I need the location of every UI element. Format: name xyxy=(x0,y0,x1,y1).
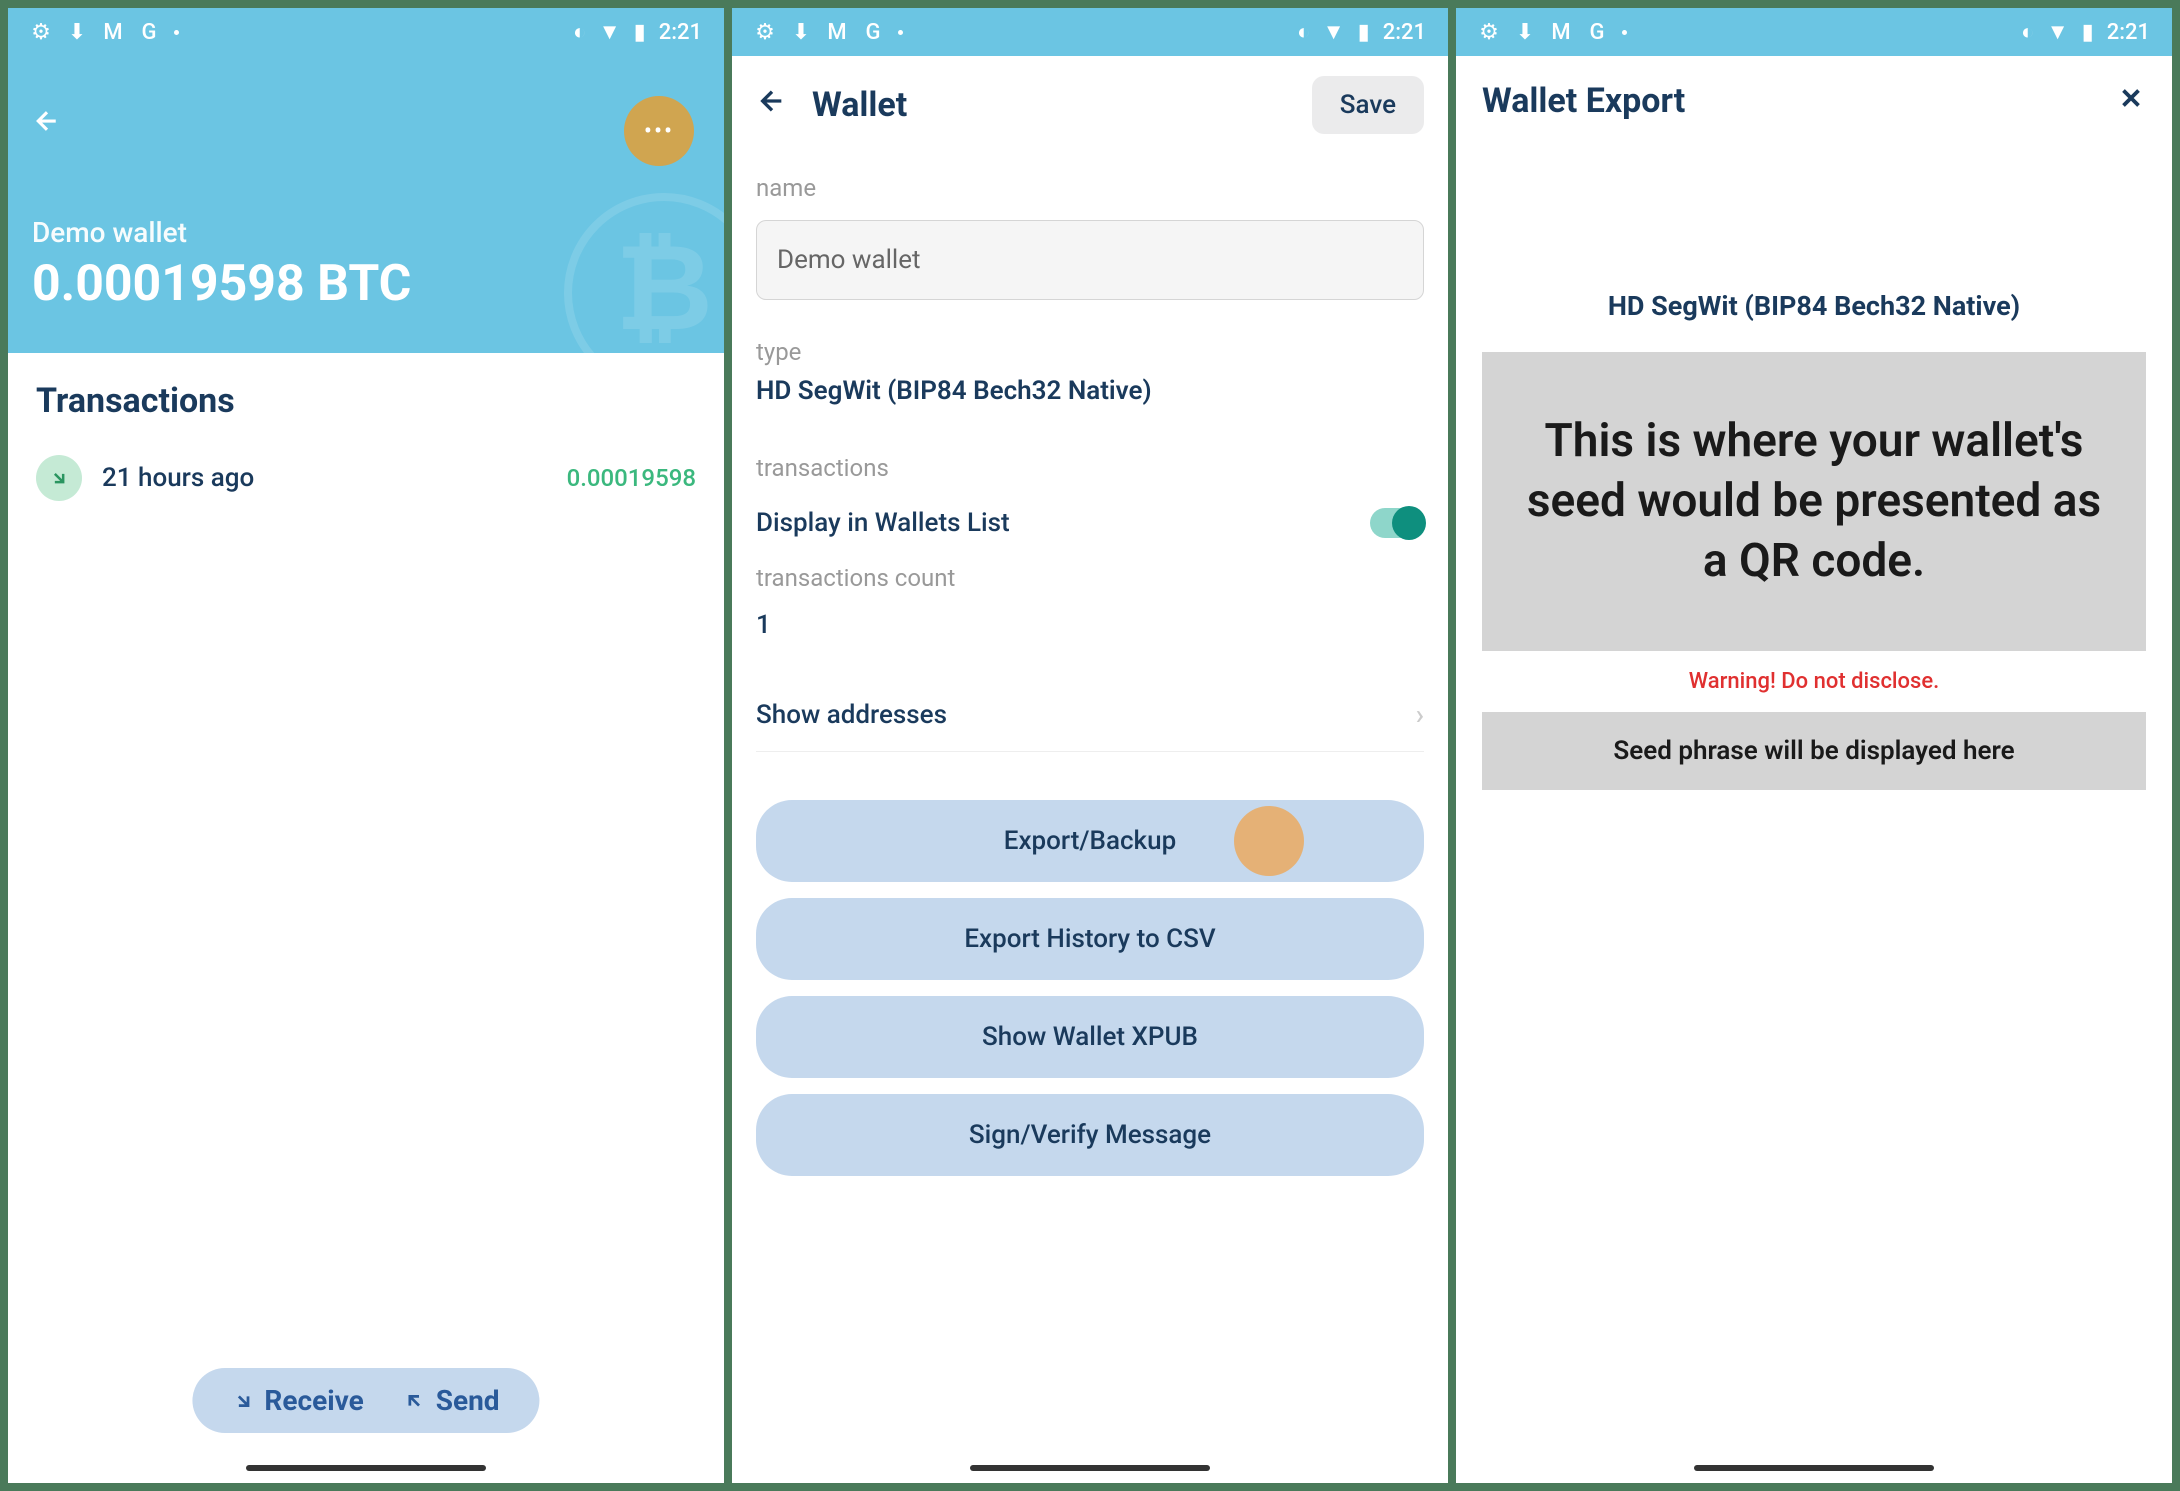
vibrate-icon: ◐ xyxy=(1293,21,1315,43)
battery-icon: ▮ xyxy=(1353,21,1375,43)
qr-placeholder: This is where your wallet's seed would b… xyxy=(1482,352,2146,651)
settings-content: name Demo wallet type HD SegWit (BIP84 B… xyxy=(732,154,1448,1483)
display-label: Display in Wallets List xyxy=(756,508,1010,538)
wallet-type-value: HD SegWit (BIP84 Bech32 Native) xyxy=(756,376,1424,406)
page-title: Wallet Export xyxy=(1482,81,1685,121)
export-backup-button[interactable]: Export/Backup xyxy=(756,800,1424,882)
wifi-icon: ▼ xyxy=(2047,21,2069,43)
warning-text: Warning! Do not disclose. xyxy=(1482,669,2146,694)
display-toggle[interactable] xyxy=(1370,508,1424,538)
show-xpub-button[interactable]: Show Wallet XPUB xyxy=(756,996,1424,1078)
screen-wallet-main: ⚙ ⬇ M G ◐ ▼ ▮ 2:21 ••• ₿ Demo wallet 0.0… xyxy=(8,8,724,1483)
receive-button[interactable]: Receive xyxy=(232,1384,363,1417)
status-right: ◐ ▼ ▮ 2:21 xyxy=(2017,20,2150,45)
vibrate-icon: ◐ xyxy=(569,21,591,43)
type-label: type xyxy=(756,338,1424,366)
download-icon: ⬇ xyxy=(66,21,88,43)
screen-wallet-export: ⚙ ⬇ M G ◐ ▼ ▮ 2:21 Wallet Export HD SegW… xyxy=(1456,8,2172,1483)
seed-placeholder: Seed phrase will be displayed here xyxy=(1482,712,2146,790)
status-time: 2:21 xyxy=(2107,20,2150,45)
battery-icon: ▮ xyxy=(2077,21,2099,43)
download-icon: ⬇ xyxy=(790,21,812,43)
transaction-row[interactable]: 21 hours ago 0.00019598 xyxy=(36,455,696,501)
gear-icon: ⚙ xyxy=(754,21,776,43)
status-right: ◐ ▼ ▮ 2:21 xyxy=(569,20,702,45)
google-icon: G xyxy=(862,21,884,43)
tx-time: 21 hours ago xyxy=(102,463,547,493)
dot-icon xyxy=(174,30,179,35)
status-bar: ⚙ ⬇ M G ◐ ▼ ▮ 2:21 xyxy=(732,8,1448,56)
export-csv-button[interactable]: Export History to CSV xyxy=(756,898,1424,980)
wallet-name-input[interactable]: Demo wallet xyxy=(756,220,1424,300)
wallet-name: Demo wallet xyxy=(32,216,700,249)
vibrate-icon: ◐ xyxy=(2017,21,2039,43)
export-header: Wallet Export xyxy=(1456,56,2172,146)
mail-icon: M xyxy=(102,21,124,43)
screen-wallet-settings: ⚙ ⬇ M G ◐ ▼ ▮ 2:21 Wallet Save name Demo… xyxy=(732,8,1448,1483)
status-bar: ⚙ ⬇ M G ◐ ▼ ▮ 2:21 xyxy=(8,8,724,56)
dot-icon xyxy=(898,30,903,35)
receive-label: Receive xyxy=(264,1384,363,1417)
status-right: ◐ ▼ ▮ 2:21 xyxy=(1293,20,1426,45)
google-icon: G xyxy=(138,21,160,43)
status-time: 2:21 xyxy=(659,20,702,45)
display-toggle-row: Display in Wallets List xyxy=(756,500,1424,546)
save-button[interactable]: Save xyxy=(1312,76,1424,134)
nav-handle[interactable] xyxy=(1694,1465,1934,1471)
status-left: ⚙ ⬇ M G xyxy=(1478,21,1627,43)
tx-received-icon xyxy=(36,455,82,501)
nav-handle[interactable] xyxy=(246,1465,486,1471)
mail-icon: M xyxy=(826,21,848,43)
wifi-icon: ▼ xyxy=(599,21,621,43)
wallet-header: ••• ₿ Demo wallet 0.00019598 BTC xyxy=(8,56,724,353)
dot-icon xyxy=(1622,30,1627,35)
back-button[interactable] xyxy=(756,84,788,126)
settings-header: Wallet Save xyxy=(732,56,1448,154)
sign-verify-button[interactable]: Sign/Verify Message xyxy=(756,1094,1424,1176)
more-options-button[interactable]: ••• xyxy=(624,96,694,166)
tx-amount: 0.00019598 xyxy=(567,464,696,492)
nav-handle[interactable] xyxy=(970,1465,1210,1471)
export-content: HD SegWit (BIP84 Bech32 Native) This is … xyxy=(1456,146,2172,1483)
tx-count-value: 1 xyxy=(756,610,1424,640)
wallet-type: HD SegWit (BIP84 Bech32 Native) xyxy=(1482,290,2146,322)
status-bar: ⚙ ⬇ M G ◐ ▼ ▮ 2:21 xyxy=(1456,8,2172,56)
tx-count-label: transactions count xyxy=(756,564,1424,592)
show-addresses-row[interactable]: Show addresses › xyxy=(756,678,1424,752)
status-left: ⚙ ⬇ M G xyxy=(754,21,903,43)
page-title: Wallet xyxy=(812,85,1288,125)
touch-indicator-icon xyxy=(1234,806,1304,876)
gear-icon: ⚙ xyxy=(1478,21,1500,43)
wifi-icon: ▼ xyxy=(1323,21,1345,43)
transactions-panel: Transactions 21 hours ago 0.00019598 xyxy=(8,353,724,1483)
export-backup-label: Export/Backup xyxy=(1004,826,1176,856)
battery-icon: ▮ xyxy=(629,21,651,43)
gear-icon: ⚙ xyxy=(30,21,52,43)
action-bar: Receive Send xyxy=(192,1368,539,1433)
mail-icon: M xyxy=(1550,21,1572,43)
name-label: name xyxy=(756,174,1424,202)
transactions-title: Transactions xyxy=(36,381,696,421)
status-left: ⚙ ⬇ M G xyxy=(30,21,179,43)
transactions-label: transactions xyxy=(756,454,1424,482)
chevron-right-icon: › xyxy=(1416,698,1424,731)
send-label: Send xyxy=(436,1384,500,1417)
download-icon: ⬇ xyxy=(1514,21,1536,43)
show-addresses-label: Show addresses xyxy=(756,700,947,730)
send-button[interactable]: Send xyxy=(404,1384,500,1417)
action-buttons: Export/Backup Export History to CSV Show… xyxy=(756,800,1424,1176)
close-button[interactable] xyxy=(2116,80,2146,122)
back-button[interactable] xyxy=(32,106,62,144)
status-time: 2:21 xyxy=(1383,20,1426,45)
google-icon: G xyxy=(1586,21,1608,43)
